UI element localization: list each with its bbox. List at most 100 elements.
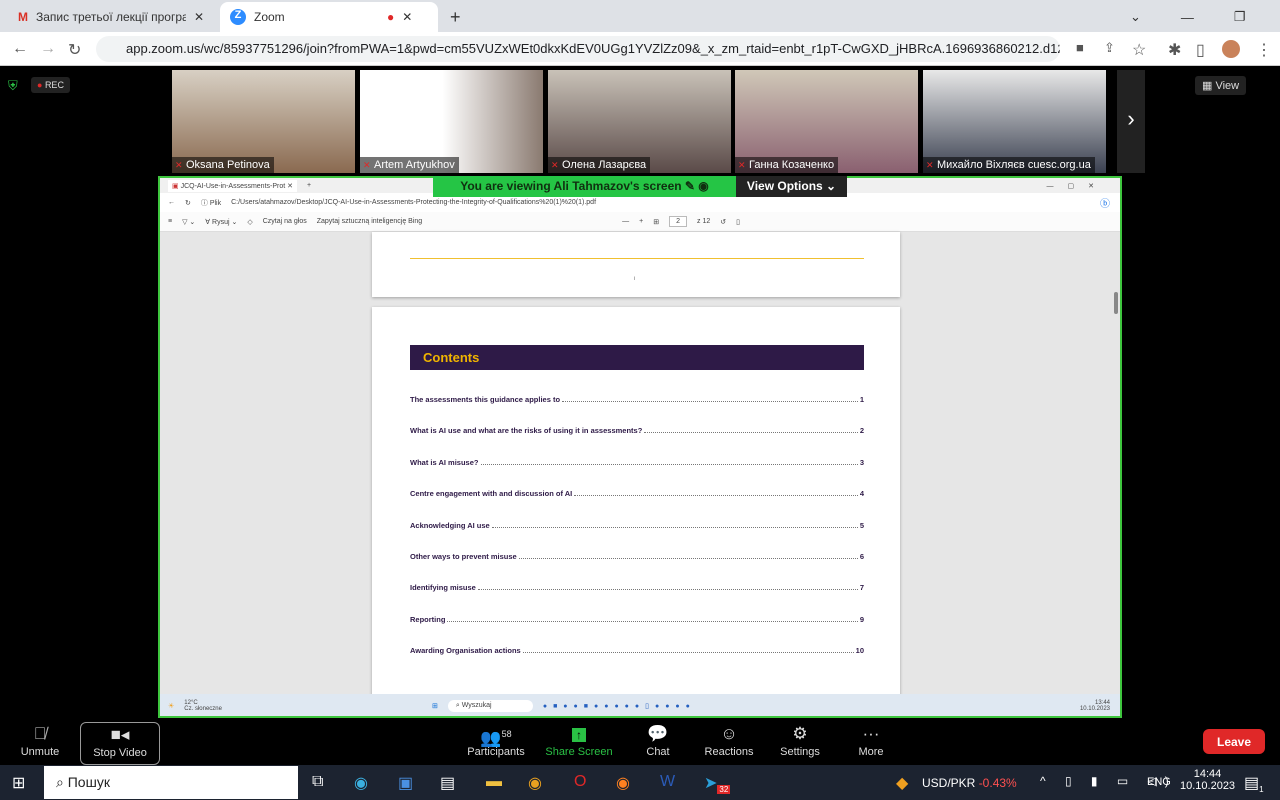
unmute-button[interactable]: 🎙̸ Unmute (0, 722, 80, 758)
toc-entry[interactable]: Acknowledging AI use 5 (410, 521, 864, 530)
toc-entry[interactable]: The assessments this guidance applies to… (410, 395, 864, 404)
chat-button[interactable]: 💬 Chat (618, 722, 698, 758)
toc-title: Other ways to prevent misuse (410, 552, 517, 561)
toc-title: Acknowledging AI use (410, 520, 490, 530)
pdf-page: i (372, 232, 900, 297)
view-button[interactable]: ▦ View (1195, 76, 1247, 95)
settings-button[interactable]: ⚙ Settings (760, 722, 840, 758)
toc-page: 10 (855, 646, 864, 656)
zoom-toolbar: 🎙̸ Unmute ■◂ Stop Video 👥58 Participants ↑ S… (0, 718, 1280, 765)
windows-taskbar: ⊞ ⌕ Пошук ⧉ ◉ ▣ ▤ ▬ ◉ O ◉ W ➤ 32 ◆ USD/PK… (0, 765, 1280, 800)
tab-zoom[interactable]: Z Zoom ● ✕ (220, 2, 438, 32)
video-tile[interactable]: Artem Artyukhov (360, 70, 543, 173)
tab-gmail[interactable]: MЗапис третьої лекції програми✕ (8, 2, 218, 32)
participants-button[interactable]: 👥58 Participants (456, 722, 536, 758)
avatar[interactable] (1222, 40, 1240, 58)
next-page-button[interactable]: › (1117, 70, 1145, 173)
toc-page: 2 (859, 426, 864, 436)
weather-icon: ☀ (168, 703, 175, 710)
scrollbar[interactable] (1114, 292, 1118, 314)
minimize-icon[interactable]: — (1181, 10, 1194, 25)
video-tile[interactable]: Михайло Віхляєв cuesc.org.ua (923, 70, 1106, 173)
toc-title: The assessments this guidance applies to (410, 395, 561, 404)
telegram-icon[interactable]: ➤ 32 (704, 773, 731, 795)
pdf-toolbar: ≡ ▽ ⌄ ∀ Rysuj ⌄ ◇ Czytaj na głos Zapytaj sztu… (160, 212, 1120, 232)
new-tab-button[interactable]: + (440, 2, 471, 32)
view-options-button[interactable]: View Options ⌄ (736, 176, 847, 197)
toc-entry[interactable]: Identifying misuse 7 (410, 583, 864, 592)
chrome-icon[interactable]: ◉ (528, 773, 542, 793)
video-tile[interactable]: Олена Лазарєва (548, 70, 731, 173)
more-button[interactable]: ··· More (831, 722, 911, 758)
more-icon: ··· (862, 724, 880, 743)
toc-entry[interactable]: Awarding Organisation actions 10 (410, 646, 864, 655)
browser-tab-bar: MЗапис третьої лекції програми✕ ZZoom●✕ … (0, 0, 1280, 32)
bing-icon: ⓑ (1100, 199, 1110, 210)
share-icon: ↑ (539, 722, 619, 746)
reactions-icon: ☺ (720, 724, 738, 743)
zoom-icon: Z (230, 9, 246, 25)
address-bar: ← → ↻ app.zoom.us/wc/85937751296/join?fr… (0, 32, 1280, 66)
url-input[interactable]: app.zoom.us/wc/85937751296/join?fromPWA=… (96, 36, 1060, 62)
reactions-button[interactable]: ☺ Reactions (689, 722, 769, 758)
camera-icon[interactable]: ■ (1076, 40, 1084, 55)
opera-icon[interactable]: O (574, 773, 586, 791)
chat-icon: 💬 (647, 724, 669, 743)
notifications-icon[interactable]: ▤1 (1244, 773, 1264, 794)
muted-mic-icon: 🎙̸ (33, 724, 47, 743)
share-icon[interactable]: ⇪ (1104, 40, 1115, 56)
menu-icon[interactable]: ⋮ (1256, 40, 1272, 60)
restore-icon[interactable]: ❐ (1234, 9, 1246, 25)
video-icon: ■◂ (110, 725, 130, 744)
shared-screen: ▣ JCQ-AI-Use-in-Assessments-Prot ✕ + —▢✕ ←… (158, 176, 1122, 718)
toc-entry[interactable]: Centre engagement with and discussion of… (410, 489, 864, 498)
stop-video-button[interactable]: ■◂ Stop Video (80, 722, 160, 765)
file-explorer-icon[interactable]: ▬ (486, 773, 502, 791)
task-view-icon[interactable]: ⧉ (312, 773, 323, 791)
clock[interactable]: 14:44 10.10.2023 (1180, 768, 1235, 792)
toc-page: 5 (859, 520, 864, 530)
reload-icon[interactable]: ↻ (68, 40, 81, 60)
window-controls[interactable]: ⌄—❐✕ (1120, 2, 1280, 32)
pdf-viewer[interactable]: i Contents The assessments this guidance… (160, 232, 1120, 707)
rec-indicator: ● REC (31, 77, 70, 93)
app-icon[interactable]: ▣ (398, 773, 413, 793)
toc-title: Reporting (410, 614, 446, 624)
sidepanel-icon[interactable]: ▯ (1196, 40, 1205, 60)
language-indicator[interactable]: ENG (1147, 776, 1171, 788)
toc-page: 3 (859, 457, 864, 467)
star-icon[interactable]: ☆ (1132, 40, 1146, 60)
toc-entry[interactable]: What is AI misuse? 3 (410, 458, 864, 467)
ticker-icon: ◆ (896, 775, 909, 792)
ticker[interactable]: USD/PKR -0.43% (922, 776, 1017, 790)
recording-icon: ● (387, 10, 395, 24)
video-tile[interactable]: Oksana Petinova (172, 70, 355, 173)
leave-button[interactable]: Leave (1203, 729, 1265, 754)
app-icon[interactable]: ▤ (440, 773, 455, 793)
toc-page: 1 (859, 395, 864, 404)
forward-icon[interactable]: → (40, 40, 56, 58)
toc-entry[interactable]: Other ways to prevent misuse 6 (410, 552, 864, 561)
close-icon[interactable]: ✕ (194, 10, 204, 24)
extensions-icon[interactable]: ✱ (1168, 40, 1181, 60)
toc-entry[interactable]: Reporting 9 (410, 615, 864, 624)
toc-title: Awarding Organisation actions (410, 646, 521, 656)
back-icon[interactable]: ← (12, 40, 28, 58)
toc-entry[interactable]: What is AI use and what are the risks of… (410, 426, 864, 435)
windows-start-icon[interactable]: ⊞ (12, 773, 25, 793)
word-icon[interactable]: W (660, 773, 675, 791)
video-tile[interactable]: Ганна Козаченко (735, 70, 918, 173)
firefox-icon[interactable]: ◉ (616, 773, 630, 793)
contents-heading: Contents (410, 345, 864, 370)
gmail-icon: M (18, 10, 28, 24)
shield-icon: ⛨ (8, 78, 18, 93)
close-icon[interactable]: ✕ (402, 10, 412, 24)
search-input[interactable]: ⌕ Пошук (44, 766, 298, 799)
edge-icon[interactable]: ◉ (354, 773, 368, 793)
chevron-down-icon[interactable]: ⌄ (1130, 9, 1141, 25)
toc-page: 4 (859, 489, 864, 499)
pdf-page: Contents The assessments this guidance a… (372, 307, 900, 707)
toc-page: 7 (859, 583, 864, 593)
toc-title: Centre engagement with and discussion of… (410, 489, 573, 499)
share-screen-button[interactable]: ↑ Share Screen (539, 722, 619, 758)
